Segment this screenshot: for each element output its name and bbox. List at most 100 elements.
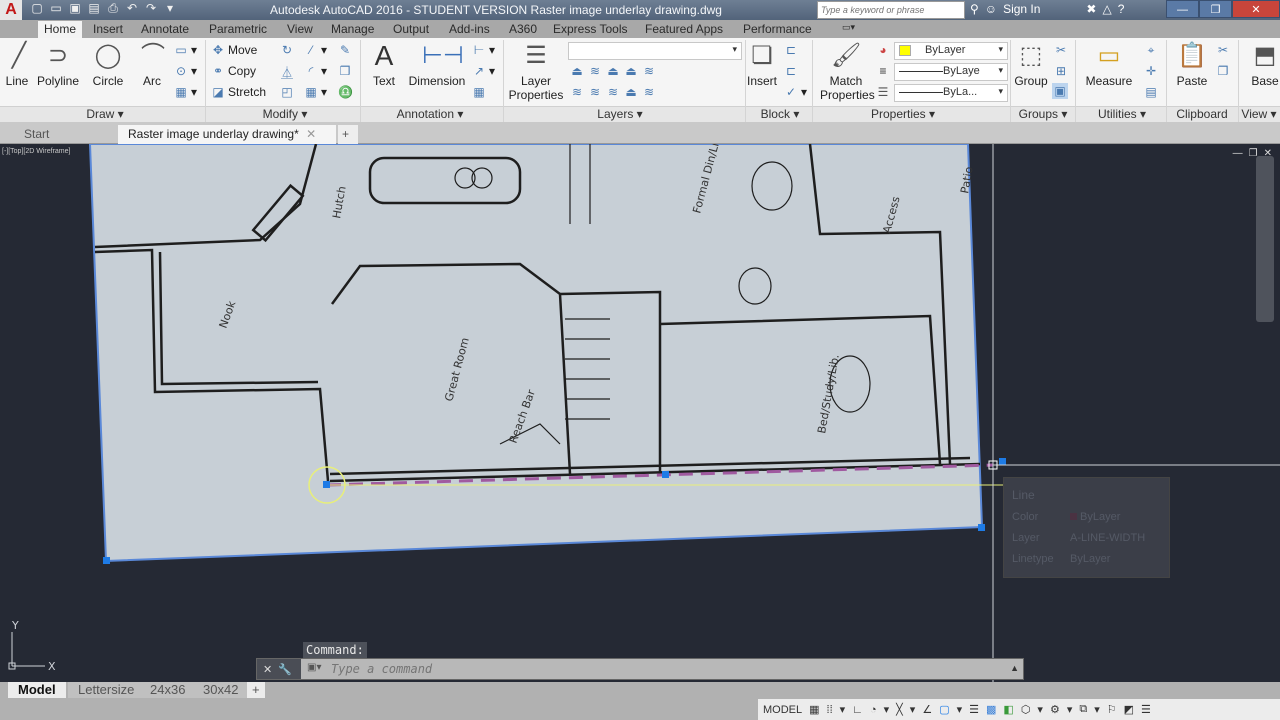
drawing-viewport[interactable]: [-][Top][2D Wireframe] — ❐ ✕ Nook Hutch … [0, 144, 1280, 682]
customize-wrench-icon[interactable]: 🔧 [278, 663, 292, 676]
group-edit-tool[interactable]: ⊞ [1054, 64, 1068, 78]
tab-insert[interactable]: Insert [93, 22, 123, 36]
tab-parametric[interactable]: Parametric [209, 22, 267, 36]
transparency-icon[interactable]: ▩ [986, 703, 996, 716]
scale-tool[interactable]: ◰ [280, 85, 294, 99]
panel-label-utilities[interactable]: Utilities ▾ [1082, 107, 1162, 121]
model-space-button[interactable]: MODEL [763, 704, 802, 716]
layer-on-icon[interactable]: ≋ [570, 85, 584, 99]
panel-label-view[interactable]: View ▾ [1238, 107, 1280, 121]
layer-dropdown[interactable]: ▾ [568, 42, 742, 60]
tab-featured-apps[interactable]: Featured Apps [645, 22, 723, 36]
new-layout-button[interactable]: + [247, 682, 265, 698]
panel-label-block[interactable]: Block ▾ [750, 107, 810, 121]
layer-off-icon[interactable]: ⏏ [570, 64, 584, 78]
tab-output[interactable]: Output [393, 22, 429, 36]
tab-a360[interactable]: A360 [509, 22, 537, 36]
tab-performance[interactable]: Performance [743, 22, 812, 36]
redo-icon[interactable]: ↷ [144, 1, 158, 16]
trim-tool[interactable]: ⁄ ▾ [304, 43, 327, 57]
image-grip[interactable] [978, 524, 985, 531]
measure-tool[interactable]: ▭ Measure [1082, 42, 1136, 88]
leader-tool[interactable]: ↗ ▾ [472, 64, 495, 78]
layer-thaw-icon[interactable]: ≋ [606, 85, 620, 99]
osnap-icon[interactable]: ╳ [896, 703, 903, 716]
tab-add-ins[interactable]: Add-ins [449, 22, 490, 36]
text-tool[interactable]: A Text [369, 42, 399, 89]
layer-state-icon[interactable]: ≋ [642, 64, 656, 78]
isolate-icon[interactable]: ⚐ [1107, 703, 1117, 716]
panel-label-properties[interactable]: Properties ▾ [858, 107, 948, 121]
close-command-icon[interactable]: ✕ [263, 663, 272, 676]
copy-tool[interactable]: ⚭ Copy [211, 64, 256, 78]
layout-tab-24x36[interactable]: 24x36 [140, 682, 196, 698]
explode-tool[interactable]: ❒ [338, 64, 352, 78]
layer-properties-tool[interactable]: ☰ Layer Properties [506, 42, 566, 102]
3d-osnap-icon[interactable]: ⬡ [1021, 703, 1031, 716]
tab-raster-image-underlay-drawing[interactable]: Raster image underlay drawing* ✕ [118, 125, 336, 144]
arc-tool[interactable]: ⌒ Arc [138, 42, 166, 88]
layer-isolate-icon[interactable]: ≋ [588, 64, 602, 78]
panel-label-clipboard[interactable]: Clipboard [1170, 107, 1234, 121]
quick-select-tool[interactable]: ⌖ [1144, 43, 1158, 58]
base-tool[interactable]: ⬒ Base [1248, 42, 1280, 88]
sign-in-button[interactable]: Sign In [1003, 2, 1040, 16]
tab-home[interactable]: Home [38, 21, 83, 38]
mirror-tool[interactable]: ⏅ [280, 64, 294, 81]
circle-tool[interactable]: ◯ Circle [90, 42, 126, 88]
copy-clip-tool[interactable]: ❐ [1216, 64, 1230, 78]
save-as-icon[interactable]: ▤ [87, 1, 101, 16]
panel-label-groups[interactable]: Groups ▾ [1012, 107, 1074, 121]
restore-button[interactable]: ❐ [1199, 0, 1232, 18]
minimize-button[interactable]: — [1166, 0, 1199, 18]
id-point-tool[interactable]: ✛ [1144, 64, 1158, 78]
tab-start[interactable]: Start [14, 125, 114, 144]
binoculars-icon[interactable]: ⚲ [970, 2, 979, 16]
raster-image-underlay[interactable]: Nook Hutch Formal Din/Liv. Access Patio … [0, 144, 1280, 682]
tab-express-tools[interactable]: Express Tools [553, 22, 627, 36]
group-tool[interactable]: ⬚ Group [1013, 42, 1049, 88]
erase-tool[interactable]: ✎ [338, 43, 352, 57]
edit-block-tool[interactable]: ⊏ [784, 64, 798, 78]
lineweight-status-icon[interactable]: ☰ [969, 703, 979, 716]
customize-status-icon[interactable]: ☰ [1141, 703, 1151, 716]
open-icon[interactable]: ▭ [49, 1, 63, 16]
color-dropdown[interactable]: ByLayer ▾ [894, 42, 1008, 60]
hatch-tool[interactable]: ⊙ ▾ [174, 64, 197, 78]
panel-label-modify[interactable]: Modify ▾ [240, 107, 330, 121]
new-icon[interactable]: ▢ [30, 1, 44, 16]
print-icon[interactable]: ⎙ [106, 1, 120, 16]
layer-unlock-icon[interactable]: ⏏ [624, 85, 638, 99]
grip-start[interactable] [323, 481, 330, 488]
command-prompt-icon[interactable]: ▣▾ [307, 662, 321, 673]
move-tool[interactable]: ✥ Move [211, 43, 257, 57]
panel-label-draw[interactable]: Draw ▾ [60, 107, 150, 121]
cut-tool[interactable]: ✂ [1216, 43, 1230, 57]
selection-cycling-icon[interactable]: ◧ [1003, 703, 1013, 716]
dimension-tool[interactable]: ⊢⊣ Dimension [405, 42, 469, 88]
create-block-tool[interactable]: ⊏ [784, 43, 798, 57]
group-selection-toggle[interactable]: ▣ [1052, 83, 1068, 99]
layout-tab-model[interactable]: Model [8, 682, 66, 698]
close-button[interactable]: ✕ [1232, 0, 1280, 18]
table-tool[interactable]: ▦ [472, 85, 486, 99]
layer-match-icon[interactable]: ≋ [588, 85, 602, 99]
match-properties-tool[interactable]: 🖌 Match Properties [820, 42, 875, 102]
tab-annotate[interactable]: Annotate [141, 22, 189, 36]
help-search-input[interactable] [817, 1, 965, 19]
layer-walk-icon[interactable]: ≋ [642, 85, 656, 99]
clean-screen-icon[interactable]: ◩ [1124, 703, 1134, 716]
array-tool[interactable]: ▦ ▾ [304, 85, 327, 99]
linetype-dropdown[interactable]: ByLa... ▾ [894, 84, 1008, 102]
snap-icon[interactable]: ⁞⁞ [827, 704, 833, 716]
new-tab-button[interactable]: + [338, 125, 358, 144]
offset-tool[interactable]: ♎ [338, 85, 353, 99]
tab-manage[interactable]: Manage [331, 22, 374, 36]
exchange-icon[interactable]: ✖ [1086, 2, 1096, 16]
image-grip[interactable] [103, 557, 110, 564]
fillet-tool[interactable]: ◜ ▾ [304, 64, 327, 78]
polyline-tool[interactable]: ⊃ Polyline [35, 42, 81, 88]
stretch-tool[interactable]: ◪ Stretch [211, 85, 266, 99]
ungroup-tool[interactable]: ✂ [1054, 43, 1068, 57]
command-input[interactable] [331, 662, 931, 676]
